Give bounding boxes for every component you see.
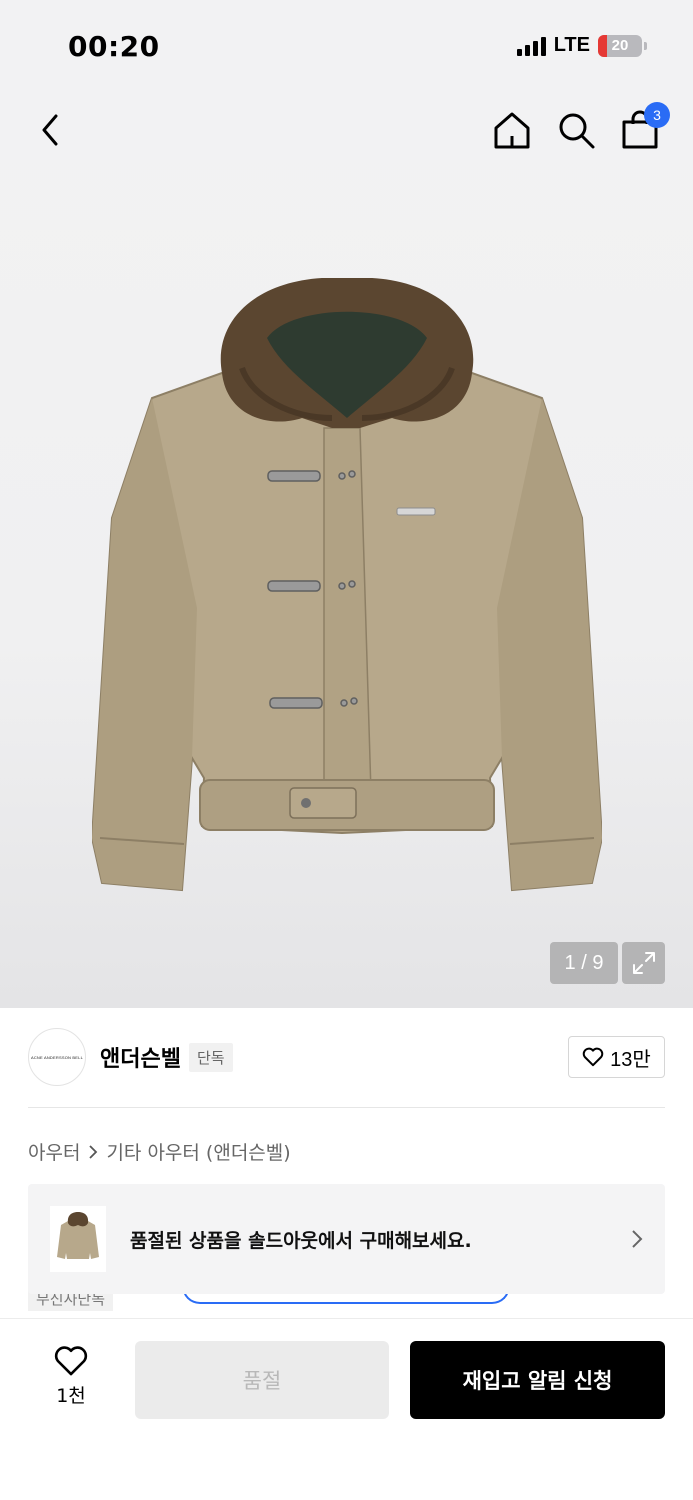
heart-icon: [54, 1346, 88, 1376]
brand-like-button[interactable]: 13만: [568, 1036, 665, 1078]
expand-icon: [632, 952, 655, 974]
search-button[interactable]: [554, 108, 598, 152]
back-button[interactable]: [30, 110, 70, 150]
wishlist-count: 1천: [56, 1385, 86, 1407]
cart-count-badge: 3: [644, 102, 670, 128]
brand-logo[interactable]: ACNE ANDERSSON BELL: [28, 1028, 86, 1086]
home-button[interactable]: [490, 108, 534, 152]
breadcrumb: 아우터 기타 아우터 (앤더슨벨): [28, 1138, 291, 1165]
breadcrumb-subcategory[interactable]: 기타 아우터 (앤더슨벨): [106, 1138, 290, 1165]
chevron-right-icon: [89, 1144, 98, 1159]
bottom-action-bar: 1천 품절 재입고 알림 신청: [0, 1318, 693, 1500]
exclusive-badge: 단독: [188, 1042, 233, 1072]
network-label: LTE: [553, 34, 590, 56]
status-indicators: LTE 20: [516, 34, 647, 57]
brand-like-count: 13만: [610, 1048, 651, 1071]
brand-row: ACNE ANDERSSON BELL 앤더슨벨 단독 13만: [28, 1028, 665, 1086]
battery-icon: 20: [598, 34, 642, 57]
breadcrumb-category[interactable]: 아우터: [28, 1138, 80, 1165]
cart-button[interactable]: 3: [618, 102, 670, 152]
search-icon: [559, 113, 595, 149]
brand-logo-text: ACNE ANDERSSON BELL: [30, 1054, 84, 1060]
status-time: 00:20: [68, 30, 160, 63]
divider: [28, 1107, 665, 1108]
restock-alert-button[interactable]: 재입고 알림 신청: [410, 1341, 665, 1419]
expand-button[interactable]: [622, 942, 665, 984]
heart-icon: [582, 1047, 604, 1067]
image-counter: 1 / 9: [550, 942, 618, 984]
status-bar: 00:20 LTE 20: [0, 0, 693, 90]
banner-text: 품절된 상품을 솔드아웃에서 구매해보세요.: [130, 1229, 472, 1252]
chevron-left-icon: [42, 114, 58, 146]
product-gallery[interactable]: 3 1 / 9: [0, 90, 693, 1008]
chevron-right-icon: [632, 1230, 643, 1248]
battery-level: 20: [611, 37, 629, 54]
battery-tip: [644, 41, 647, 50]
soldout-button[interactable]: 품절: [135, 1341, 389, 1419]
product-image[interactable]: [92, 278, 602, 903]
soldout-banner[interactable]: 품절된 상품을 솔드아웃에서 구매해보세요.: [28, 1184, 665, 1294]
brand-name[interactable]: 앤더슨벨: [100, 1041, 181, 1073]
home-icon: [494, 112, 530, 149]
jacket-thumbnail-icon: [57, 1212, 99, 1259]
signal-icon: [516, 36, 546, 56]
banner-thumbnail: [50, 1206, 106, 1272]
wishlist-button[interactable]: 1천: [44, 1345, 98, 1408]
